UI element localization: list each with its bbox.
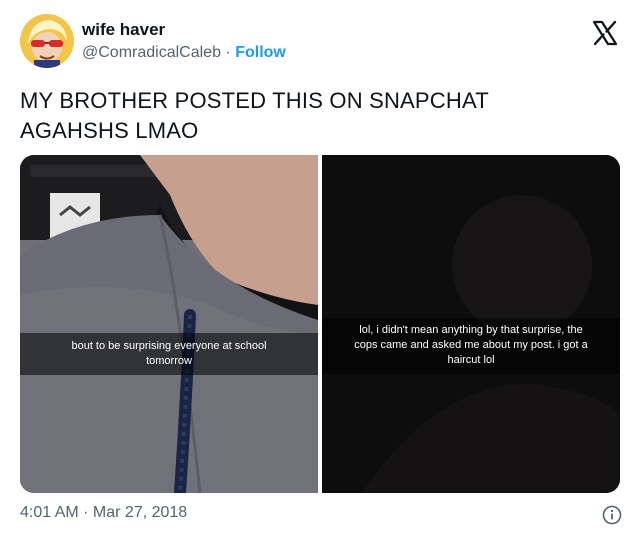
avatar[interactable] [20,14,74,68]
caption-line: tomorrow [146,355,192,367]
follow-button[interactable]: Follow [235,44,286,61]
display-name[interactable]: wife haver [82,20,286,40]
tweet-header: wife haver @ComradicalCaleb · Follow [20,12,620,72]
caption-line: haircut lol [447,354,495,366]
snap-caption-left: bout to be surprising everyone at school… [20,333,318,375]
tweet-text: MY BROTHER POSTED THIS ON SNAPCHAT AGAHS… [20,86,620,146]
author-info: wife haver @ComradicalCaleb · Follow [82,20,286,64]
caption-line: cops came and asked me about my post. i … [354,339,588,351]
tweet-timestamp[interactable]: 4:01 AM · Mar 27, 2018 [20,504,187,522]
tweet-text-line: MY BROTHER POSTED THIS ON SNAPCHAT [20,88,489,113]
separator: · [225,44,231,61]
handle-row: @ComradicalCaleb · Follow [82,42,286,64]
caption-line: lol, i didn't mean anything by that surp… [359,324,583,336]
tweet-text-line: AGAHSHS LMAO [20,118,199,143]
hoodie-photo-image [20,155,318,493]
caption-line: bout to be surprising everyone at school [71,340,267,352]
info-icon[interactable] [602,505,622,525]
tweet-media[interactable]: bout to be surprising everyone at school… [20,155,620,493]
snap-caption-right: lol, i didn't mean anything by that surp… [322,318,620,374]
snapchat-photo-right[interactable]: lol, i didn't mean anything by that surp… [322,155,620,493]
snapchat-photo-left[interactable]: bout to be surprising everyone at school… [20,155,318,493]
x-logo-icon[interactable] [592,20,618,46]
handle[interactable]: @ComradicalCaleb [82,44,221,61]
